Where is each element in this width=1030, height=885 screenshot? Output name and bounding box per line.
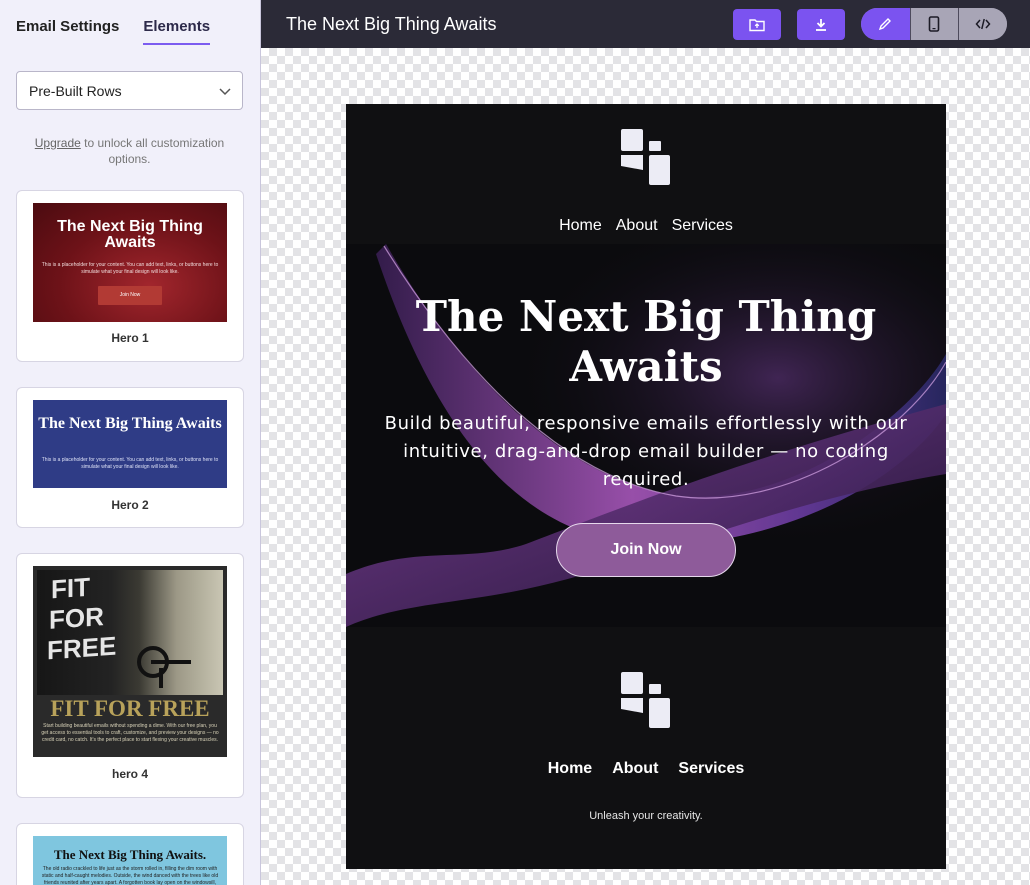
footer-link-services[interactable]: Services (678, 760, 744, 778)
pencil-icon (879, 18, 892, 31)
template-card-hero-5[interactable]: The Next Big Thing Awaits. The old radio… (16, 823, 244, 885)
thumbnail-title: The Next Big Thing Awaits (57, 218, 203, 251)
thumbnail-body: The old radio crackled to life just as t… (41, 866, 219, 885)
email-nav-top: Home About Services (346, 217, 946, 235)
template-thumbnail: The Next Big Thing Awaits This is a plac… (33, 203, 227, 322)
save-folder-button[interactable] (733, 9, 781, 40)
nav-link-services[interactable]: Services (672, 217, 733, 235)
chevron-down-icon (219, 88, 231, 96)
template-thumbnail: The Next Big Thing Awaits This is a plac… (33, 400, 227, 488)
thumbnail-body: Start building beautiful emails without … (41, 723, 219, 743)
footer-tagline: Unleash your creativity. (589, 810, 703, 822)
template-card-hero-2[interactable]: The Next Big Thing Awaits This is a plac… (16, 387, 244, 528)
mobile-preview-button[interactable] (909, 8, 959, 40)
document-title: The Next Big Thing Awaits (286, 14, 497, 34)
thumbnail-title: FIT FOR FREE (50, 696, 210, 721)
upgrade-text: to unlock all customization options. (84, 136, 225, 166)
editor-canvas: Home About Services The Next Big Thing A… (261, 48, 1030, 885)
brand-logo-icon (621, 129, 670, 185)
join-now-button[interactable]: Join Now (556, 523, 736, 577)
thumbnail-button: Join Now (98, 286, 162, 305)
template-thumbnail: The Next Big Thing Awaits. The old radio… (33, 836, 227, 885)
thumbnail-word: FOR (49, 601, 104, 635)
mobile-icon (929, 16, 940, 32)
fitness-equipment-graphic (137, 646, 191, 688)
email-preview: Home About Services The Next Big Thing A… (346, 104, 946, 869)
thumbnail-body: This is a placeholder for your content. … (41, 262, 219, 275)
thumbnail-title: The Next Big Thing Awaits. (53, 847, 207, 862)
download-button[interactable] (797, 9, 845, 40)
row-type-select[interactable]: Pre-Built Rows (16, 71, 243, 110)
sidebar-tabs: Email Settings Elements (16, 18, 211, 45)
hero-title: The Next Big Thing Awaits (415, 292, 877, 391)
nav-link-about[interactable]: About (616, 217, 658, 235)
view-mode-toggle (861, 8, 1007, 40)
top-bar: The Next Big Thing Awaits (261, 0, 1030, 48)
template-card-label: Hero 1 (111, 331, 149, 345)
code-view-button[interactable] (958, 8, 1007, 40)
nav-link-home[interactable]: Home (559, 217, 602, 235)
sidebar: Email Settings Elements Pre-Built Rows U… (0, 0, 261, 885)
row-type-select-value: Pre-Built Rows (29, 82, 122, 99)
template-card-hero-4[interactable]: FIT FOR FREE FIT FOR FREE Start building… (16, 553, 244, 798)
footer-link-about[interactable]: About (612, 760, 658, 778)
edit-mode-button[interactable] (861, 8, 910, 40)
footer-link-home[interactable]: Home (548, 760, 592, 778)
thumbnail-word: FIT (51, 571, 90, 605)
folder-icon (749, 18, 765, 31)
gym-photo: FIT FOR FREE (37, 570, 223, 695)
code-icon (975, 18, 991, 30)
template-card-hero-1[interactable]: The Next Big Thing Awaits This is a plac… (16, 190, 244, 362)
upgrade-link[interactable]: Upgrade (35, 136, 81, 150)
tab-elements[interactable]: Elements (143, 18, 211, 45)
thumbnail-title: The Next Big Thing Awaits (38, 415, 222, 432)
footer-logo-icon (621, 672, 670, 728)
template-card-label: Hero 2 (111, 498, 149, 512)
hero-subtitle: Build beautiful, responsive emails effor… (384, 413, 908, 490)
hero-section: The Next Big Thing Awaits Build beautifu… (346, 244, 946, 627)
thumbnail-word: FREE (47, 630, 117, 666)
download-icon (816, 18, 826, 31)
email-nav-bottom: Home About Services (346, 760, 946, 778)
tab-email-settings[interactable]: Email Settings (16, 18, 119, 45)
template-card-label: hero 4 (111, 767, 148, 781)
thumbnail-body: This is a placeholder for your content. … (41, 457, 219, 470)
template-thumbnail: FIT FOR FREE FIT FOR FREE Start building… (33, 566, 227, 757)
upgrade-note: Upgrade to unlock all customization opti… (16, 135, 243, 167)
